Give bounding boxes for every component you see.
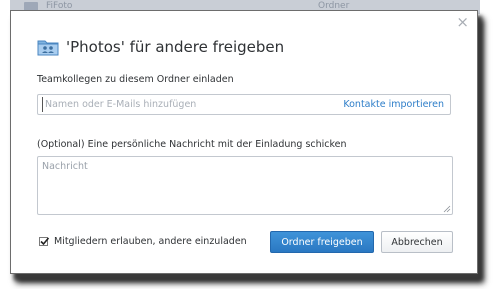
dialog-title: 'Photos' für andere freigeben bbox=[66, 38, 285, 56]
shared-folder-icon bbox=[37, 40, 59, 56]
message-textarea[interactable] bbox=[42, 161, 442, 207]
allow-members-checkbox[interactable] bbox=[39, 237, 50, 246]
cancel-button[interactable]: Abbrechen bbox=[381, 231, 453, 253]
allow-members-row: Mitgliedern erlauben, andere einzuladen bbox=[39, 236, 247, 247]
message-field-container bbox=[37, 156, 453, 215]
invite-label: Teamkollegen zu diesem Ordner einladen bbox=[37, 74, 234, 85]
share-folder-button[interactable]: Ordner freigeben bbox=[270, 231, 374, 253]
invite-input[interactable] bbox=[42, 97, 345, 112]
screen: FiFoto Ordner × 'Photos' für andere frei… bbox=[0, 0, 500, 289]
message-label: (Optional) Eine persönliche Nachricht mi… bbox=[37, 139, 347, 150]
invite-field-container: Kontakte importieren bbox=[37, 94, 451, 115]
dialog-header: 'Photos' für andere freigeben bbox=[37, 38, 284, 56]
allow-members-label: Mitgliedern erlauben, andere einzuladen bbox=[54, 236, 247, 247]
share-folder-dialog: × 'Photos' für andere freigeben Teamkoll… bbox=[10, 10, 478, 274]
import-contacts-link[interactable]: Kontakte importieren bbox=[343, 99, 444, 110]
close-icon[interactable]: × bbox=[456, 15, 469, 30]
checkmark-icon bbox=[40, 237, 50, 246]
resize-grip-icon[interactable] bbox=[443, 205, 451, 213]
